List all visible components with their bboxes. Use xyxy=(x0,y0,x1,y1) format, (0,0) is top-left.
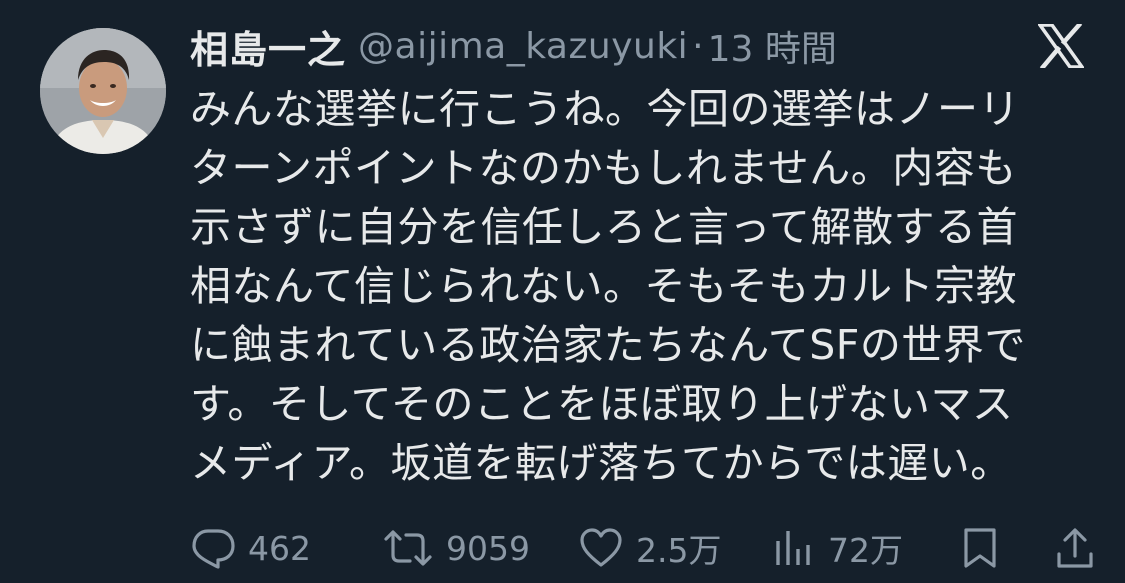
post-header: 相島一之 @aijima_kazuyuki · 13 時間 xyxy=(190,18,837,74)
bookmark-button[interactable] xyxy=(960,520,1000,576)
reply-count: 462 xyxy=(248,528,311,568)
tweet-card[interactable]: 相島一之 @aijima_kazuyuki · 13 時間 みんな選挙に行こうね… xyxy=(0,0,1125,583)
share-button[interactable] xyxy=(1055,520,1095,576)
like-button[interactable]: 2.5万 xyxy=(578,520,721,576)
post-text-line: みんな選挙に行こうね。今回の選挙はノーリ xyxy=(190,85,1020,133)
reply-icon xyxy=(192,529,235,569)
post-text-line: す。そしてそのことをほぼ取り上げないマス xyxy=(190,380,1014,428)
avatar[interactable] xyxy=(40,28,166,154)
action-bar: 462 9059 2.5万 72万 xyxy=(190,520,1100,576)
post-text-line: 相なんて信じられない。そもそもカルト宗教 xyxy=(190,262,1018,310)
separator-dot: · xyxy=(692,25,704,67)
repost-icon xyxy=(384,530,432,566)
post-text-line: 示さずに自分を信任しろと言って解散する首 xyxy=(190,203,1018,251)
post-text-line: に蝕まれている政治家たちなんてSFの世界で xyxy=(190,321,1026,369)
x-logo-icon[interactable] xyxy=(1038,24,1084,68)
post-time[interactable]: 13 時間 xyxy=(708,20,837,72)
views-button[interactable]: 72万 xyxy=(772,520,903,576)
views-icon xyxy=(776,531,810,565)
post-text: みんな選挙に行こうね。今回の選挙はノーリ ターンポイントなのかもしれません。内容… xyxy=(190,80,1090,493)
heart-icon xyxy=(580,528,622,567)
user-handle[interactable]: @aijima_kazuyuki xyxy=(358,26,688,67)
post-text-line: メディア。坂道を転げ落ちてからでは遅い。 xyxy=(190,439,1012,487)
bookmark-icon xyxy=(964,528,996,568)
post-text-line: ターンポイントなのかもしれません。内容も xyxy=(190,144,1017,192)
repost-count: 9059 xyxy=(446,528,530,568)
repost-button[interactable]: 9059 xyxy=(382,520,530,576)
views-count: 72万 xyxy=(828,531,903,570)
display-name[interactable]: 相島一之 xyxy=(190,19,346,74)
like-count: 2.5万 xyxy=(636,531,722,570)
reply-button[interactable]: 462 xyxy=(190,520,311,576)
share-icon xyxy=(1057,528,1093,568)
avatar-image xyxy=(40,28,166,154)
